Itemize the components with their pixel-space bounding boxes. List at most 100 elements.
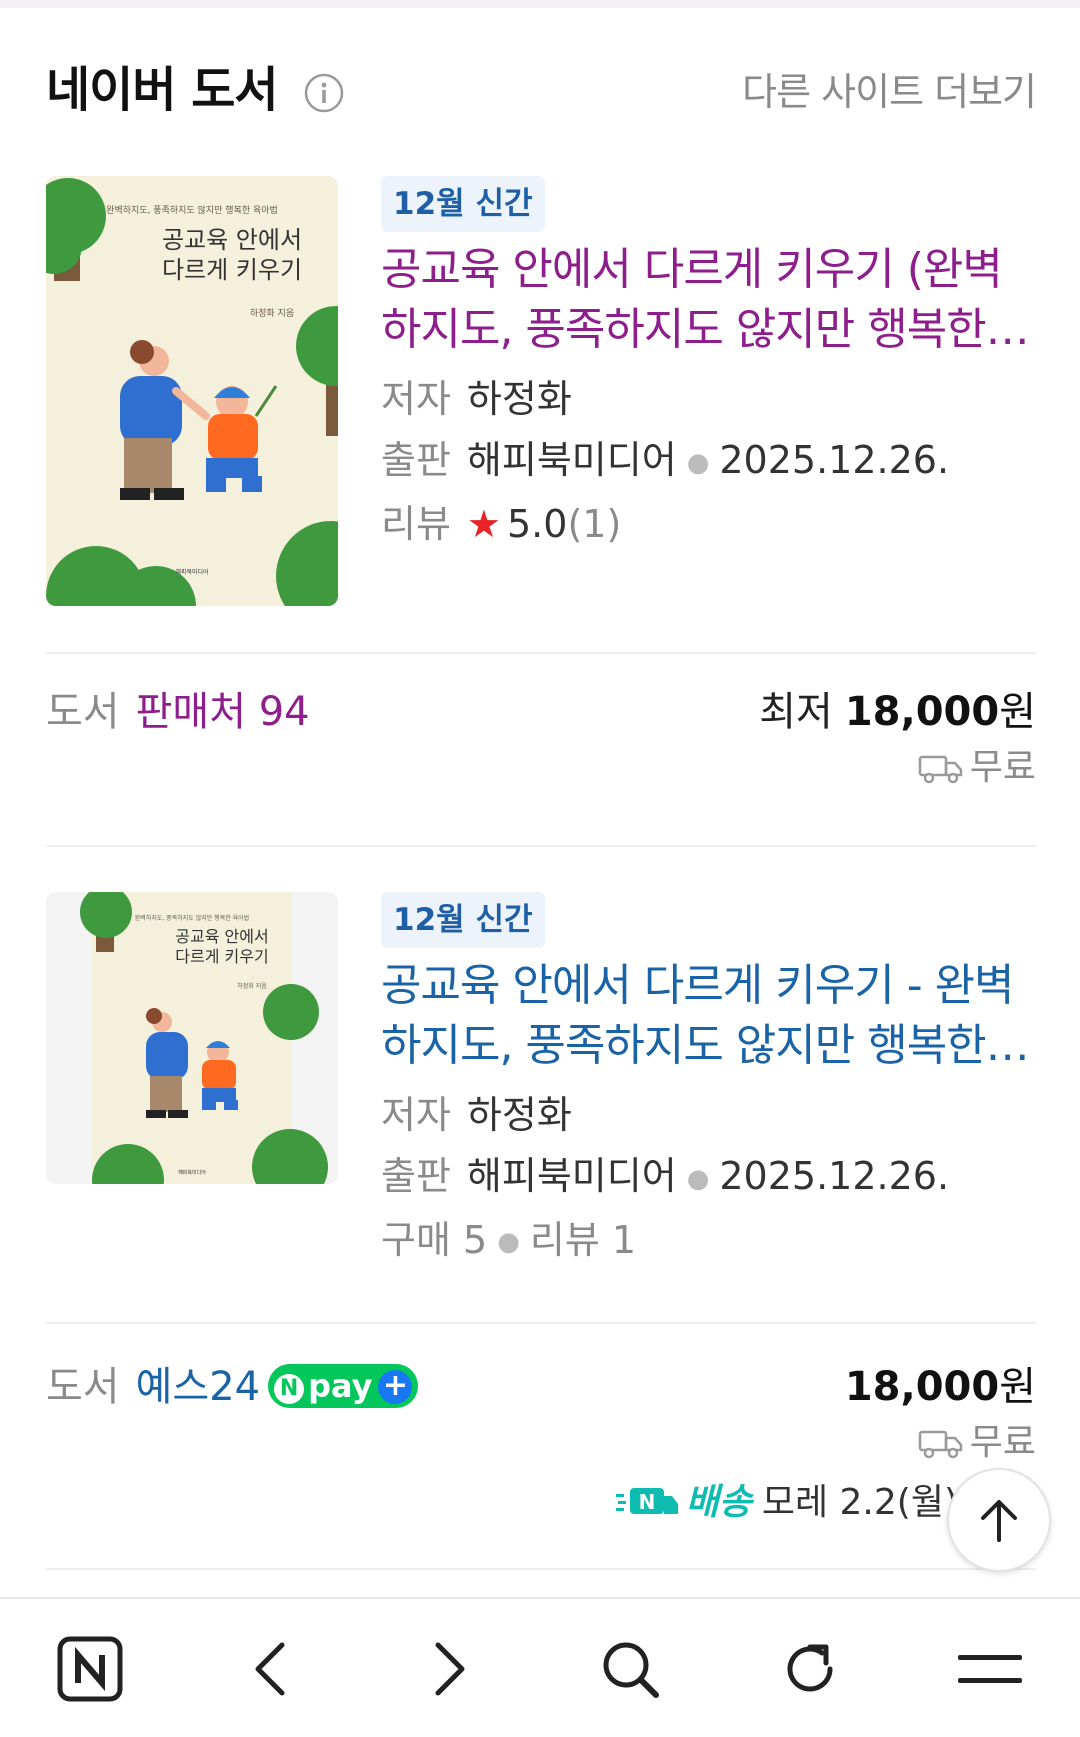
plus-icon: + [378, 1370, 413, 1404]
author-row: 저자 하정화 [381, 377, 1041, 421]
divider [46, 845, 1036, 847]
n-delivery-info: N 배송 모레 2.2(월) [615, 1479, 958, 1533]
cover-publisher-mark: 해피북미디어 [175, 568, 208, 576]
npay-text: pay [308, 1367, 373, 1405]
price: 최저 18,000원 [759, 686, 1036, 738]
cover-author: 하정화 지음 [237, 982, 267, 990]
section-header: 네이버 도서 다른 사이트 더보기 [46, 58, 1037, 128]
divider [46, 1322, 1036, 1324]
author-value: 하정화 [466, 377, 572, 421]
cover-tagline: 완벽하지도, 풍족하지도 않지만 행복한 육아법 [135, 914, 249, 922]
book-title-link[interactable]: 공교육 안에서 다르게 키우기 (완벽하지도, 풍족하지도 않지만 행복한 육아… [381, 240, 1041, 360]
shipping: 무료 [759, 744, 1036, 792]
shipping-label: 무료 [969, 1422, 1036, 1463]
delivery-label: 배송 [685, 1482, 752, 1523]
book-info: 12월 신간 공교육 안에서 다르게 키우기 - 완벽하지도, 풍족하지도 않지… [381, 892, 1041, 1264]
seller-count-link[interactable]: 판매처 94 [136, 689, 310, 735]
publisher-row: 출판 해피북미디어 ● 2025.12.26. [381, 1154, 1041, 1201]
book-item: 완벽하지도, 풍족하지도 않지만 행복한 육아법 공교육 안에서 다르게 키우기… [46, 176, 1039, 621]
cover-title-line1: 공교육 안에서 [162, 226, 302, 254]
cover-publisher-mark: 해피북미디어 [178, 1169, 206, 1176]
browser-bottom-nav [0, 1597, 1080, 1737]
shipping: 무료 [616, 1419, 1036, 1467]
section-title: 네이버 도서 [46, 62, 279, 118]
currency: 원 [999, 1364, 1036, 1410]
naver-home-button[interactable] [50, 1629, 130, 1709]
author-key: 저자 [381, 377, 451, 421]
cover-title-line1: 공교육 안에서 [175, 927, 268, 946]
rating-value: 5.0 [507, 501, 568, 546]
price-label: 최저 [759, 689, 833, 735]
review-count: 리뷰 1 [529, 1217, 637, 1262]
npay-plus-badge: Npay + [268, 1364, 419, 1408]
seller-category: 도서 [46, 1364, 120, 1410]
new-release-badge: 12월 신간 [381, 176, 545, 232]
author-row: 저자 하정화 [381, 1093, 1041, 1137]
n-delivery-truck-icon: N [615, 1484, 680, 1533]
separator-dot: ● [497, 1227, 520, 1257]
publisher-row: 출판 해피북미디어 ● 2025.12.26. [381, 438, 1041, 485]
info-circle-icon[interactable] [303, 72, 345, 114]
price-amount: 18,000 [844, 1364, 1000, 1410]
currency: 원 [999, 689, 1036, 735]
separator-dot: ● [686, 1163, 710, 1194]
book-title-link[interactable]: 공교육 안에서 다르게 키우기 - 완벽하지도, 풍족하지도 않지만 행복한 육… [381, 956, 1041, 1076]
search-icon [603, 1642, 659, 1698]
refresh-button[interactable] [770, 1629, 850, 1709]
book-cover-image[interactable]: 완벽하지도, 풍족하지도 않지만 행복한 육아법 공교육 안에서 다르게 키우기… [46, 892, 338, 1184]
forward-arrow-icon [435, 1642, 465, 1696]
seller-info: 도서 판매처 94 [46, 686, 310, 738]
cover-title-line2: 다르게 키우기 [162, 256, 302, 284]
menu-icon [958, 1655, 1022, 1683]
refresh-icon [787, 1644, 833, 1692]
npay-n-icon: N [274, 1374, 305, 1404]
publisher-key: 출판 [381, 1154, 451, 1198]
publish-date: 2025.12.26. [719, 438, 950, 482]
arrow-up-icon [981, 1500, 1017, 1542]
publisher-value: 해피북미디어 [466, 438, 677, 482]
book-cover-image[interactable]: 완벽하지도, 풍족하지도 않지만 행복한 육아법 공교육 안에서 다르게 키우기… [46, 176, 338, 606]
author-key: 저자 [381, 1093, 451, 1137]
scroll-to-top-button[interactable] [947, 1468, 1051, 1572]
price-info: 최저 18,000원 무료 [759, 686, 1036, 792]
publish-date: 2025.12.26. [719, 1154, 950, 1198]
price: 18,000원 [616, 1361, 1036, 1413]
divider [46, 1568, 1036, 1570]
book-info: 12월 신간 공교육 안에서 다르게 키우기 (완벽하지도, 풍족하지도 않지만… [381, 176, 1041, 546]
forward-button[interactable] [410, 1629, 490, 1709]
seller-category: 도서 [46, 689, 120, 735]
naver-home-icon [57, 1636, 123, 1702]
cover-tagline: 완벽하지도, 풍족하지도 않지만 행복한 육아법 [106, 204, 278, 216]
review-count: (1) [567, 501, 622, 546]
cover-author: 하정화 지음 [250, 308, 294, 319]
shipping-label: 무료 [969, 747, 1036, 788]
truck-icon [918, 755, 962, 784]
purchase-review-row: 구매 5 ● 리뷰 1 [381, 1218, 1041, 1265]
publisher-key: 출판 [381, 438, 451, 482]
separator-dot: ● [686, 447, 710, 478]
divider [46, 652, 1036, 654]
cover-title-line2: 다르게 키우기 [175, 947, 268, 966]
back-arrow-icon [255, 1642, 285, 1696]
review-row: 리뷰 ★ 5.0(1) [381, 502, 1041, 546]
author-value: 하정화 [466, 1093, 572, 1137]
book-item: 완벽하지도, 풍족하지도 않지만 행복한 육아법 공교육 안에서 다르게 키우기… [46, 892, 1039, 1312]
seller-name-link[interactable]: 예스24 [136, 1364, 261, 1410]
top-strip [0, 0, 1080, 8]
n-delivery-badge-text: N [638, 1490, 655, 1514]
seller-row[interactable]: 도서 예스24 Npay + 18,000원 무료 N 배송 모레 2.2(월) [46, 1355, 1036, 1525]
menu-button[interactable] [950, 1629, 1030, 1709]
star-icon: ★ [466, 501, 501, 546]
seller-row[interactable]: 도서 판매처 94 최저 18,000원 무료 [46, 680, 1036, 790]
delivery-date: 모레 2.2(월) [761, 1482, 958, 1523]
seller-info: 도서 예스24 Npay + [46, 1361, 419, 1413]
truck-icon [918, 1430, 962, 1459]
back-button[interactable] [230, 1629, 310, 1709]
price-amount: 18,000 [844, 689, 1000, 735]
review-key: 리뷰 [381, 501, 451, 546]
new-release-badge: 12월 신간 [381, 892, 545, 948]
search-button[interactable] [590, 1629, 670, 1709]
purchase-count: 구매 5 [381, 1217, 488, 1262]
publisher-value: 해피북미디어 [466, 1154, 677, 1198]
more-sites-link[interactable]: 다른 사이트 더보기 [742, 64, 1037, 120]
